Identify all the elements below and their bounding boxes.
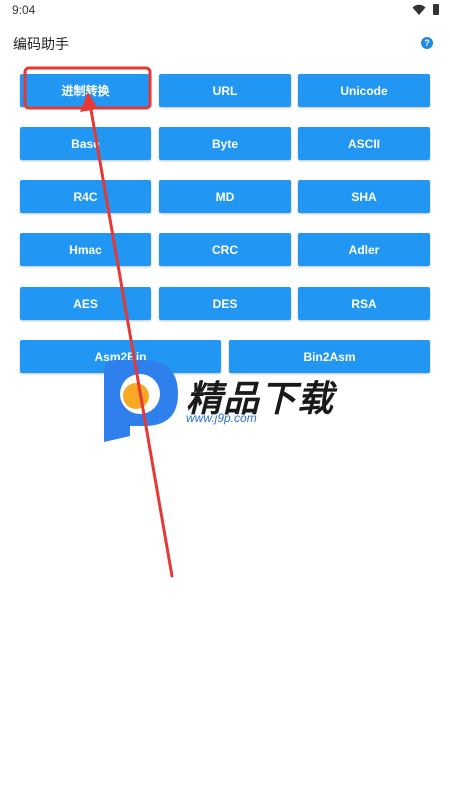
page-title: 编码助手 [13, 37, 69, 53]
des-button[interactable]: DES [159, 287, 291, 320]
watermark-logo [104, 360, 178, 442]
watermark-url: www.j9p.com [186, 411, 257, 425]
help-icon[interactable]: ? [421, 37, 433, 49]
unicode-button[interactable]: Unicode [298, 74, 430, 107]
rsa-button[interactable]: RSA [298, 287, 430, 320]
battery-icon [433, 4, 439, 15]
status-time: 9:04 [12, 3, 36, 17]
r4c-button[interactable]: R4C [20, 180, 151, 213]
aes-button[interactable]: AES [20, 287, 151, 320]
url-button[interactable]: URL [159, 74, 291, 107]
wifi-icon [412, 4, 426, 15]
jinzhi-convert-button[interactable]: 进制转换 [20, 74, 151, 107]
crc-button[interactable]: CRC [159, 233, 291, 266]
bin2asm-button[interactable]: Bin2Asm [229, 340, 430, 373]
byte-button[interactable]: Byte [159, 127, 291, 160]
hmac-button[interactable]: Hmac [20, 233, 151, 266]
ascii-button[interactable]: ASCII [298, 127, 430, 160]
md-button[interactable]: MD [159, 180, 291, 213]
base-button[interactable]: Base [20, 127, 151, 160]
sha-button[interactable]: SHA [298, 180, 430, 213]
adler-button[interactable]: Adler [298, 233, 430, 266]
status-bar: 9:04 [0, 0, 450, 22]
